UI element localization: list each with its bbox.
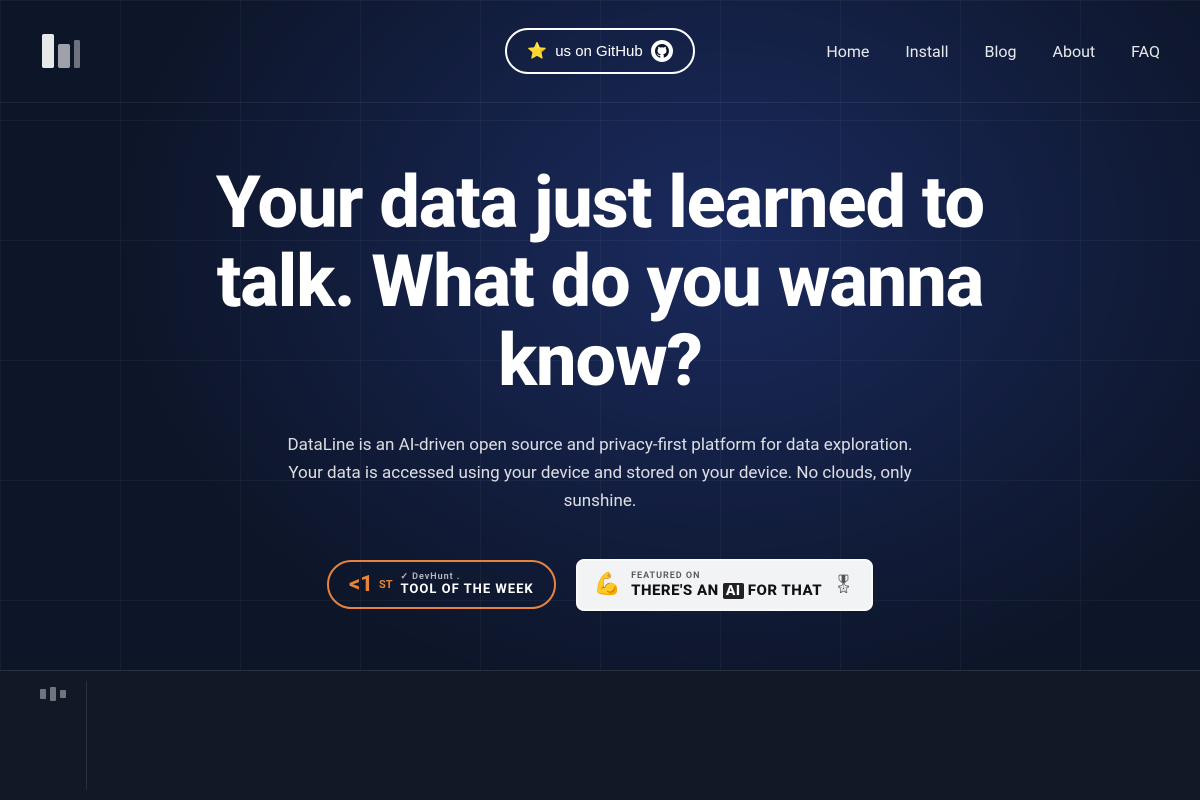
devhunt-badge[interactable]: <1 ST ✓DevHunt . TOOL OF THE WEEK [327,560,556,609]
github-btn-label: us on GitHub [555,43,643,60]
ribbon-icon: 🎖 [832,574,855,595]
aithat-badge[interactable]: 💪 FEATURED ON THERE'S AN AI FOR THAT 🎖 [576,559,873,611]
bar-line-3 [60,690,66,698]
nav-link-about[interactable]: About [1053,42,1096,61]
hero-title: Your data just learned to talk. What do … [210,163,990,401]
nav-link-faq[interactable]: FAQ [1131,42,1160,61]
bottom-content-area [86,681,1160,790]
aithat-name: THERE'S AN AI FOR THAT [631,581,822,599]
aithat-text: FEATURED ON THERE'S AN AI FOR THAT [631,571,822,599]
nav-links: Home Install Blog About FAQ [826,42,1160,61]
bar-line-2 [50,687,56,701]
badge-row: <1 ST ✓DevHunt . TOOL OF THE WEEK 💪 FEAT… [327,559,873,611]
nav-link-blog[interactable]: Blog [985,42,1017,61]
hero-section: Your data just learned to talk. What do … [0,103,1200,651]
github-star-button[interactable]: ⭐ us on GitHub [505,28,694,74]
star-icon: ⭐ [527,41,547,61]
devhunt-sup: ST [379,578,393,591]
arm-icon: 💪 [594,572,621,597]
nav-center: ⭐ us on GitHub [505,28,694,74]
devhunt-brand: ✓DevHunt . [401,572,461,582]
bottom-section [0,670,1200,800]
devhunt-number: <1 [349,572,373,597]
nav-link-install[interactable]: Install [905,42,948,61]
devhunt-text: ✓DevHunt . TOOL OF THE WEEK [401,572,534,597]
ai-highlight: AI [723,583,744,599]
aithat-featured-label: FEATURED ON [631,571,700,581]
logo-icon [40,30,82,72]
github-icon [651,40,673,62]
navbar: ⭐ us on GitHub Home Install Blog About F… [0,0,1200,103]
logo [40,30,82,72]
hero-subtitle: DataLine is an AI-driven open source and… [280,431,920,515]
bottom-bar-indicator [40,687,66,701]
devhunt-label: TOOL OF THE WEEK [401,582,534,597]
nav-link-home[interactable]: Home [826,42,869,61]
bar-line-1 [40,689,46,699]
